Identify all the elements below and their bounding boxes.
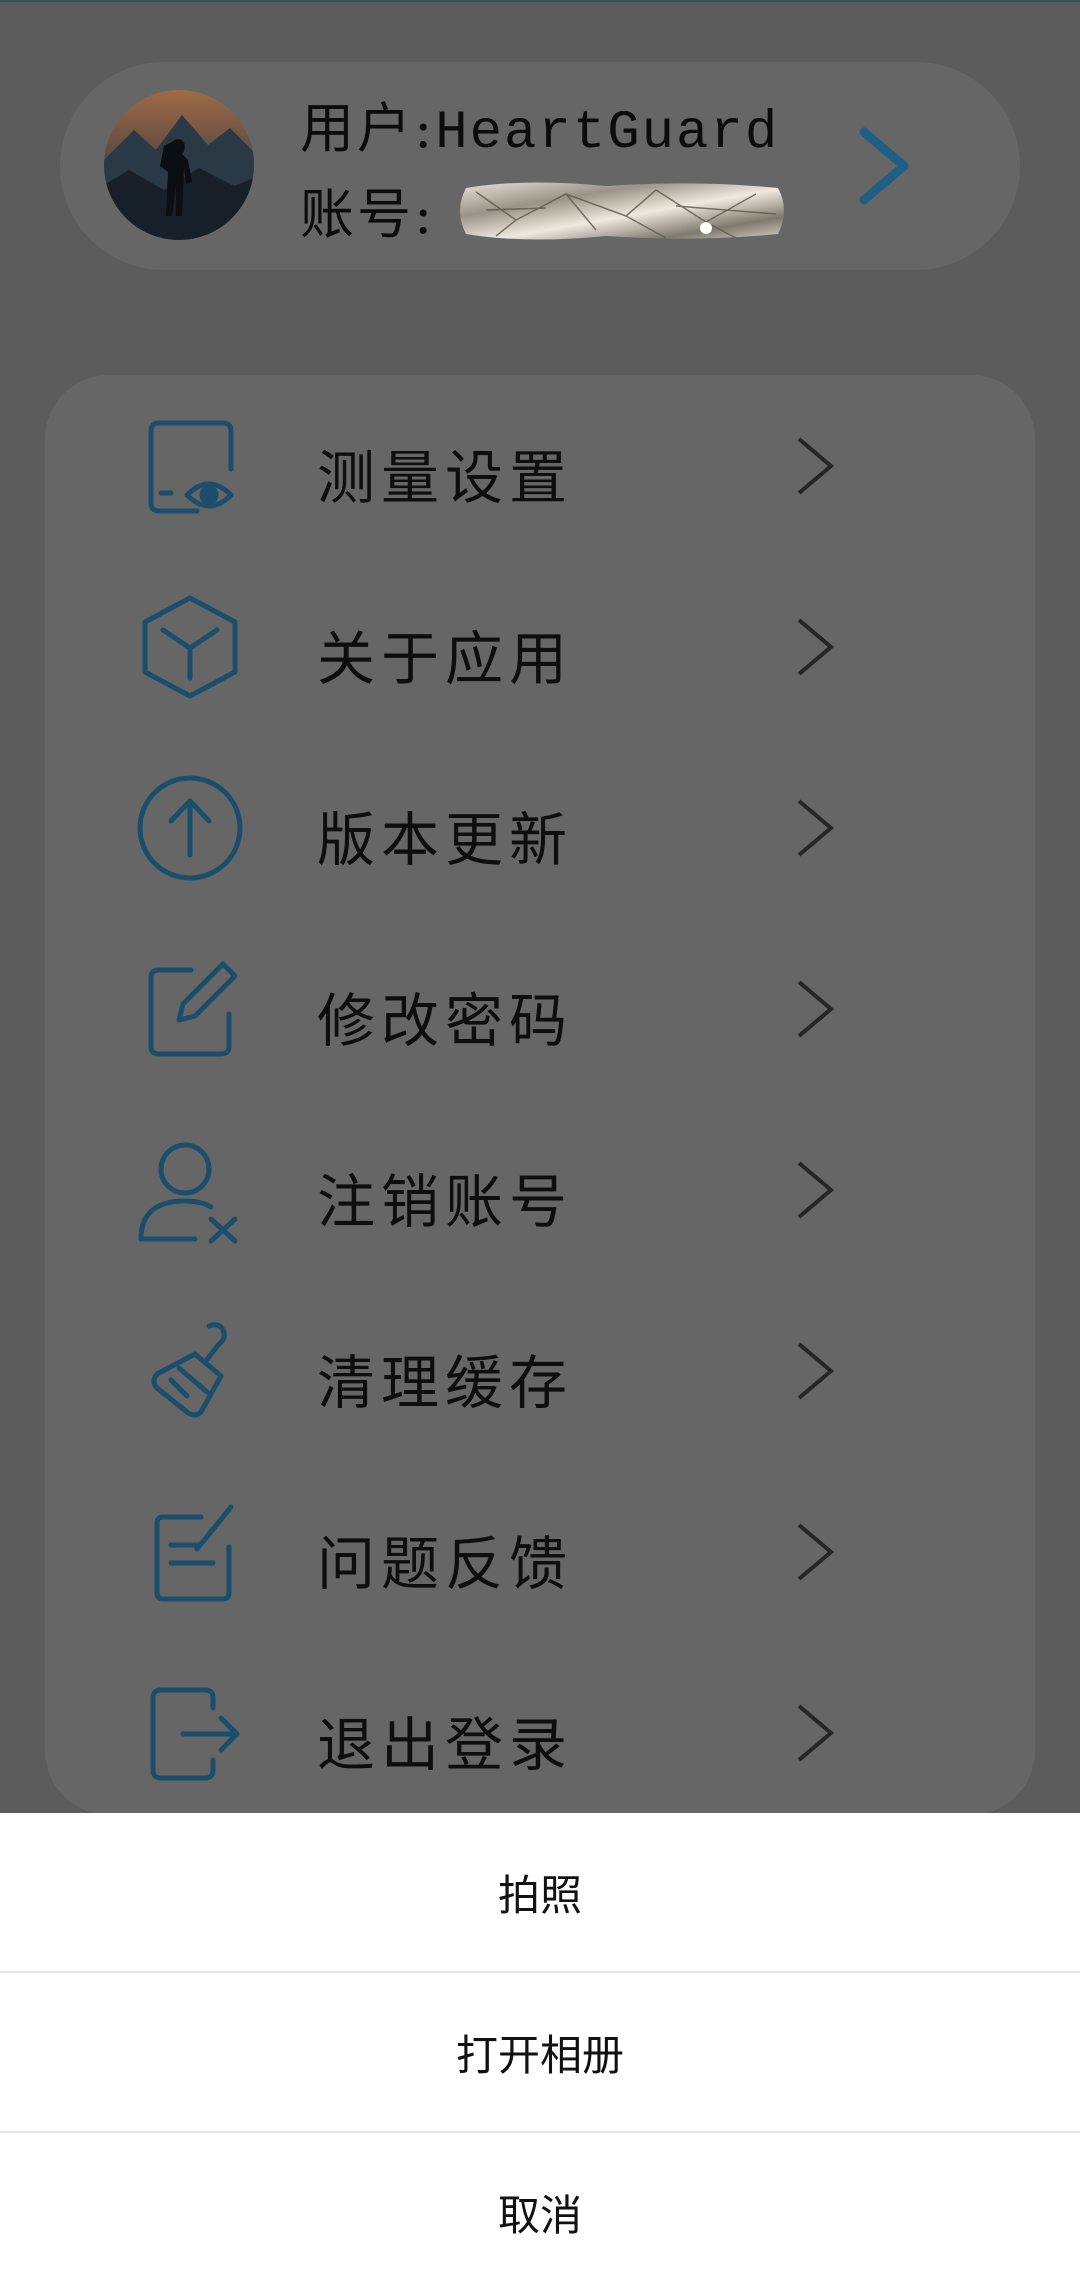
menu-item-label: 修改密码 xyxy=(317,987,574,1055)
avatar[interactable] xyxy=(104,90,254,240)
top-divider xyxy=(0,0,1080,2)
menu-item-logout[interactable]: 退出登录 xyxy=(45,1642,1035,1823)
brush-icon xyxy=(151,1322,227,1418)
menu-item-label: 退出登录 xyxy=(317,1711,574,1779)
measure-settings-icon xyxy=(148,420,234,514)
account-line: 账号: xyxy=(300,170,435,249)
menu-item-label: 注销账号 xyxy=(317,1168,574,1236)
chevron-right-icon xyxy=(797,1161,835,1219)
chevron-right-icon xyxy=(797,618,835,676)
chevron-right-icon xyxy=(797,980,835,1038)
account-redaction-sticker xyxy=(460,182,784,240)
menu-item-label: 清理缓存 xyxy=(317,1349,574,1417)
menu-item-measure-settings[interactable]: 测量设置 xyxy=(45,375,1035,556)
menu-item-change-password[interactable]: 修改密码 xyxy=(45,918,1035,1099)
open-album-button[interactable]: 打开相册 xyxy=(0,1973,1080,2131)
menu-item-version-update[interactable]: 版本更新 xyxy=(45,737,1035,918)
chevron-right-icon xyxy=(797,1704,835,1762)
user-remove-icon xyxy=(138,1142,238,1244)
account-label: 账号: xyxy=(300,183,436,246)
profile-chevron-right-icon[interactable] xyxy=(848,124,918,208)
chevron-right-icon xyxy=(797,437,835,495)
chevron-right-icon xyxy=(797,1342,835,1400)
photo-action-sheet: 拍照 打开相册 取消 xyxy=(0,1813,1080,2292)
settings-menu: 测量设置 关于应用 版本更新 修改密码 注销账号 清理缓存 问题反馈 退出登录 xyxy=(45,375,1035,1815)
menu-item-label: 测量设置 xyxy=(317,444,574,512)
menu-item-label: 关于应用 xyxy=(317,625,574,693)
cancel-button[interactable]: 取消 xyxy=(0,2133,1080,2291)
chevron-right-icon xyxy=(797,799,835,857)
take-photo-button[interactable]: 拍照 xyxy=(0,1813,1080,1971)
username-line: 用户:HeartGuard xyxy=(300,84,779,164)
user-label: 用户: xyxy=(300,97,436,160)
feedback-icon xyxy=(154,1504,234,1602)
menu-item-about-app[interactable]: 关于应用 xyxy=(45,556,1035,737)
cube-icon xyxy=(142,595,238,699)
menu-item-delete-account[interactable]: 注销账号 xyxy=(45,1099,1035,1280)
menu-item-label: 版本更新 xyxy=(317,806,574,874)
menu-item-label: 问题反馈 xyxy=(317,1530,574,1598)
menu-item-feedback[interactable]: 问题反馈 xyxy=(45,1461,1035,1642)
user-name: HeartGuard xyxy=(435,103,780,164)
profile-card[interactable]: 用户:HeartGuard 账号: xyxy=(60,62,1020,270)
avatar-image xyxy=(104,90,254,240)
upload-arrow-icon xyxy=(137,775,243,881)
chevron-right-icon xyxy=(797,1523,835,1581)
logout-icon xyxy=(150,1687,240,1781)
edit-pencil-icon xyxy=(148,961,238,1057)
menu-item-clear-cache[interactable]: 清理缓存 xyxy=(45,1280,1035,1461)
